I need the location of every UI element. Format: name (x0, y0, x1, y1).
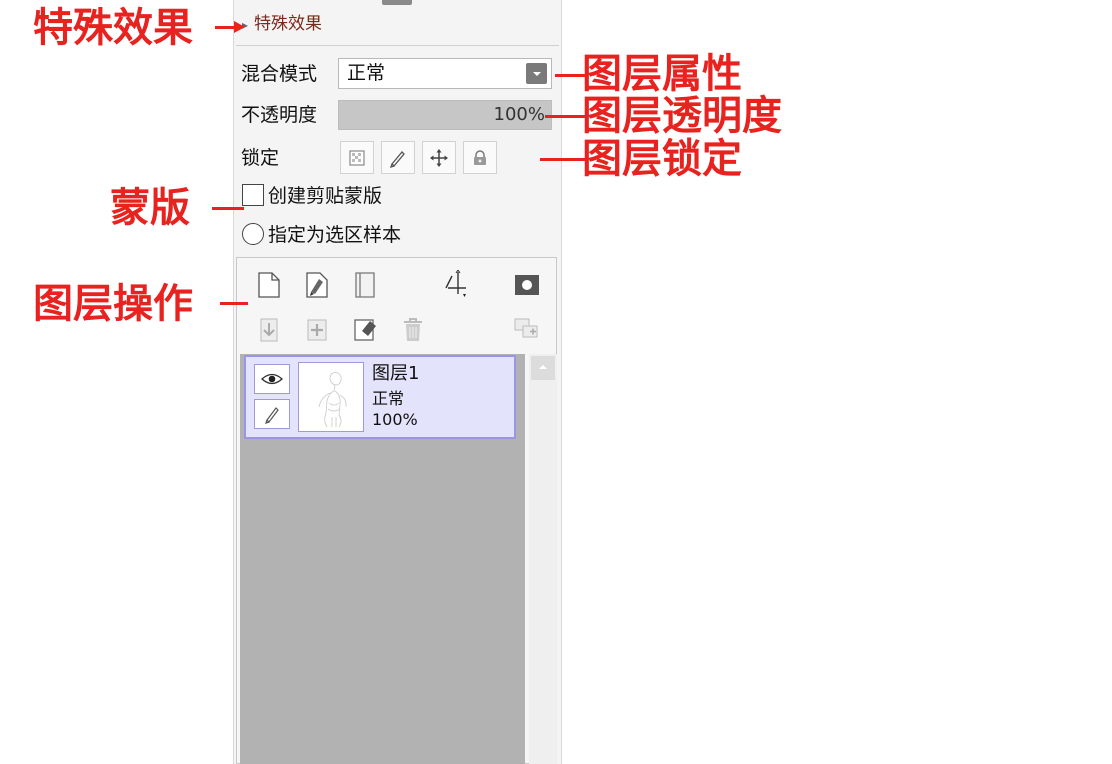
transfer-down-button[interactable] (442, 269, 474, 301)
layer-visibility-toggle[interactable] (254, 364, 290, 394)
annotation-effects: 特殊效果 (33, 5, 193, 51)
layer-item[interactable]: 图层1 正常 100% (244, 355, 516, 439)
transfer-down-icon (445, 270, 466, 297)
lock-transparency-icon (349, 149, 365, 166)
clipping-mask-label: 创建剪贴蒙版 (268, 185, 383, 207)
scroll-up-icon[interactable] (531, 356, 555, 380)
layer-section: 图层1 正常 100% (236, 257, 557, 764)
selection-source-label: 指定为选区样本 (268, 224, 402, 246)
lock-paint-icon (389, 150, 405, 168)
merge-down-button[interactable] (253, 314, 285, 346)
merge-all-button[interactable] (301, 314, 333, 346)
layer-list-scrollbar[interactable] (529, 354, 557, 764)
layer-mask-button[interactable] (511, 269, 543, 301)
merge-all-icon (307, 319, 327, 341)
merge-down-icon (260, 318, 278, 342)
opacity-label: 不透明度 (241, 104, 318, 126)
eye-icon (261, 373, 283, 385)
annotation-opacity: 图层透明度 (582, 93, 782, 139)
layer-paint-toggle[interactable] (254, 399, 290, 429)
layer-opacity: 100% (372, 410, 418, 429)
layer-blend-mode: 正常 (372, 389, 405, 408)
separator (236, 45, 559, 46)
merge-group-button[interactable] (511, 314, 543, 346)
effects-label: 特殊效果 (254, 14, 322, 34)
new-folder-icon (355, 272, 375, 298)
mask-icon (515, 275, 539, 295)
clipping-mask-checkbox[interactable] (242, 184, 264, 206)
lock-move-icon (430, 148, 448, 167)
opacity-slider[interactable]: 100% (338, 100, 552, 130)
panel-drag-handle[interactable] (382, 0, 412, 5)
annotation-connector (215, 26, 235, 29)
pen-icon (265, 407, 279, 424)
blend-mode-label: 混合模式 (241, 63, 318, 85)
blend-mode-select[interactable]: 正常 (338, 58, 552, 89)
delete-layer-icon (404, 318, 422, 341)
layer-thumbnail (298, 362, 364, 432)
lock-paint-button[interactable] (381, 141, 415, 174)
clear-layer-icon (354, 319, 376, 341)
new-layer-icon (258, 272, 280, 298)
delete-layer-button[interactable] (397, 314, 429, 346)
new-linework-layer-button[interactable] (301, 269, 333, 301)
lock-all-icon (474, 149, 486, 165)
new-folder-button[interactable] (349, 269, 381, 301)
annotation-connector (220, 302, 248, 305)
new-layer-button[interactable] (253, 269, 285, 301)
lock-move-button[interactable] (422, 141, 456, 174)
effects-section-toggle[interactable]: ▸ 特殊效果 (234, 10, 561, 38)
blend-mode-value: 正常 (347, 62, 386, 84)
clear-layer-button[interactable] (349, 314, 381, 346)
lock-transparency-button[interactable] (340, 141, 374, 174)
dropdown-arrow-icon[interactable] (526, 63, 547, 84)
annotation-connector (555, 74, 585, 77)
annotation-connector (540, 158, 585, 161)
annotation-arrowhead-icon (234, 21, 245, 33)
lock-label: 锁定 (241, 147, 280, 169)
annotation-connector (212, 207, 244, 210)
merge-group-icon (514, 318, 538, 338)
sketch-thumbnail-image (318, 372, 347, 428)
annotation-mask: 蒙版 (110, 185, 190, 231)
layer-panel: ▸ 特殊效果 混合模式 正常 不透明度 100% 锁定 创建剪贴蒙版 指定为选区… (233, 0, 562, 764)
annotation-properties: 图层属性 (582, 51, 742, 97)
lock-all-button[interactable] (463, 141, 497, 174)
annotation-connector (545, 115, 585, 118)
opacity-value: 100% (493, 104, 545, 125)
selection-source-radio[interactable] (242, 223, 264, 245)
stage: ▸ 特殊效果 混合模式 正常 不透明度 100% 锁定 创建剪贴蒙版 指定为选区… (0, 0, 1112, 764)
annotation-lock: 图层锁定 (582, 136, 742, 182)
layer-name: 图层1 (372, 363, 420, 384)
new-linework-layer-icon (306, 272, 328, 298)
annotation-operations: 图层操作 (33, 281, 193, 327)
